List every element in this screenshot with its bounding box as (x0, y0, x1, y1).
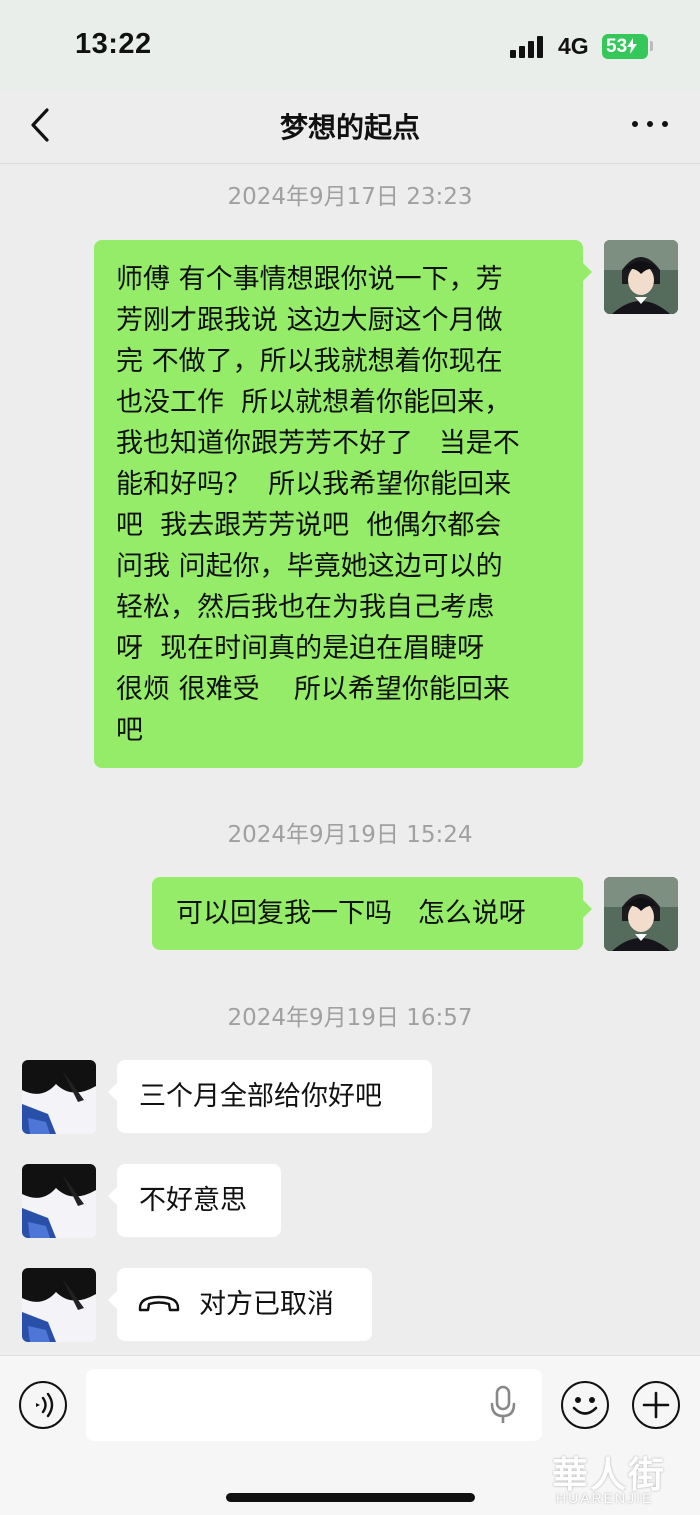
bubble-tail (582, 262, 592, 282)
battery-cap (650, 41, 653, 51)
phone-hangup-icon (138, 1295, 180, 1312)
contact-avatar[interactable] (22, 1268, 96, 1342)
status-time: 13:22 (75, 28, 152, 60)
mic-icon[interactable] (488, 1385, 518, 1425)
chat-title: 梦想的起点 (279, 111, 420, 144)
network-type: 4G (558, 33, 589, 59)
voice-icon[interactable] (19, 1381, 67, 1429)
message-timestamp: 2024年9月17日 23:23 (227, 184, 473, 210)
message-text: 可以回复我一下吗 怎么说呀 (176, 898, 526, 929)
more-icon[interactable] (630, 118, 670, 130)
incoming-message-bubble[interactable]: 三个月全部给你好吧 (117, 1060, 432, 1133)
watermark-logo: 華人街 HUARENJIE (546, 1446, 696, 1510)
message-text: 不好意思 (139, 1185, 247, 1216)
call-message-bubble[interactable]: 对方已取消 (117, 1268, 372, 1341)
plus-icon[interactable] (632, 1381, 680, 1429)
incoming-message-bubble[interactable]: 不好意思 (117, 1164, 281, 1237)
message-text: 三个月全部给你好吧 (139, 1081, 382, 1112)
watermark-sub: HUARENJIE (556, 1490, 654, 1506)
emoji-icon[interactable] (561, 1381, 609, 1429)
message-timestamp: 2024年9月19日 16:57 (227, 1005, 473, 1031)
call-status-text: 对方已取消 (199, 1289, 334, 1320)
chat-header: 梦想的起点 (0, 90, 700, 164)
message-timestamp: 2024年9月19日 15:24 (227, 822, 473, 848)
status-bar: 13:22 4G 53 (0, 0, 700, 90)
self-avatar[interactable] (604, 240, 678, 314)
outgoing-message-bubble[interactable]: 师傅 有个事情想跟你说一下，芳 芳刚才跟我说 这边大厨这个月做 完 不做了，所以… (94, 240, 583, 768)
home-indicator[interactable] (226, 1493, 475, 1502)
outgoing-message-bubble[interactable]: 可以回复我一下吗 怎么说呀 (152, 877, 583, 950)
contact-avatar[interactable] (22, 1060, 96, 1134)
battery-icon: 53 (602, 34, 648, 59)
message-input[interactable] (86, 1369, 542, 1441)
bubble-tail (582, 899, 592, 919)
chat-input-bar: 華人街 HUARENJIE (0, 1355, 700, 1515)
message-text: 师傅 有个事情想跟你说一下，芳 芳刚才跟我说 这边大厨这个月做 完 不做了，所以… (116, 264, 520, 746)
signal-icon (510, 36, 548, 58)
battery-level: 53 (606, 36, 628, 57)
self-avatar[interactable] (604, 877, 678, 951)
contact-avatar[interactable] (22, 1164, 96, 1238)
